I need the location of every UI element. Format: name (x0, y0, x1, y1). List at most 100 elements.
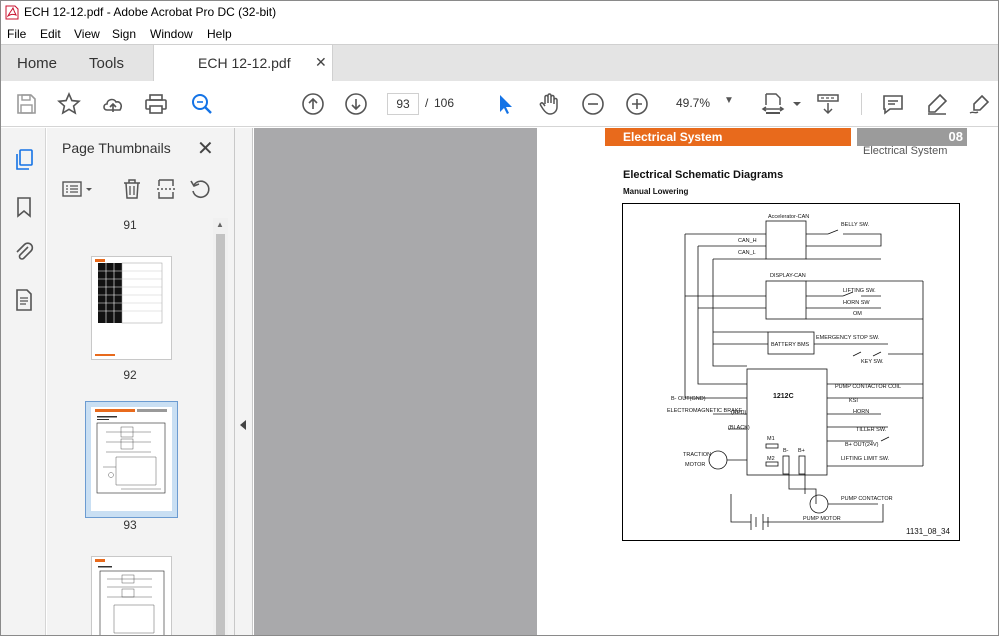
page-total: 106 (434, 96, 455, 110)
attachments-icon[interactable] (12, 240, 36, 264)
left-rail (1, 128, 46, 635)
label-m1: M1 (767, 436, 775, 442)
schematic-svg: Accelerator-CAN BELLY SW. CAN_H CAN_L DI… (667, 214, 924, 530)
label-b-minus: B- (783, 448, 789, 454)
acrobat-app-icon (5, 5, 19, 20)
page-fit-icon[interactable] (761, 92, 785, 116)
label-lifting-switch: LIFTING SW. (843, 288, 876, 294)
thumbnail-page-92[interactable] (91, 256, 172, 360)
thumbnail-scrollbar[interactable]: ▲ (213, 218, 228, 635)
tab-document[interactable]: ECH 12-12.pdf ✕ (153, 45, 333, 82)
label-battery-bms: BATTERY BMS (771, 342, 810, 348)
label-tiller-switch: TILLER SW. (856, 427, 887, 433)
close-icon[interactable]: ✕ (197, 136, 214, 161)
scroll-up-arrow-icon[interactable]: ▲ (216, 220, 224, 229)
thumbnail-page-94[interactable] (91, 556, 172, 635)
zoom-in-icon[interactable] (625, 92, 649, 116)
tab-close-icon[interactable]: ✕ (315, 54, 327, 71)
thumbnail-page-number: 93 (123, 518, 137, 532)
chevron-down-icon[interactable] (785, 92, 801, 116)
label-pump-motor: PUMP MOTOR (803, 516, 841, 522)
menu-bar: File Edit View Sign Window Help (1, 24, 998, 44)
toolbar-separator (861, 93, 862, 115)
trash-icon[interactable] (121, 178, 143, 200)
chevron-down-icon: ▼ (724, 95, 734, 106)
acrobat-window: ECH 12-12.pdf - Adobe Acrobat Pro DC (32… (0, 0, 999, 636)
label-pump-contactor-coil: PUMP CONTACTOR COIL (835, 384, 901, 390)
label-can-h: CAN_H (738, 238, 757, 244)
title-bar: ECH 12-12.pdf - Adobe Acrobat Pro DC (32… (1, 1, 998, 24)
page-thumbnails-panel: Page Thumbnails ✕ 91 92 93 ▲ (47, 128, 235, 635)
thumbnail-page-93 (91, 407, 172, 511)
upload-cloud-icon[interactable] (101, 92, 125, 116)
select-cursor-icon[interactable] (493, 92, 517, 116)
menu-view[interactable]: View (74, 27, 100, 41)
menu-sign[interactable]: Sign (112, 27, 136, 41)
rotate-icon[interactable] (189, 178, 211, 200)
bookmark-star-icon[interactable] (57, 92, 81, 116)
tab-bar: Home Tools ECH 12-12.pdf ✕ (1, 44, 998, 82)
label-can-l: CAN_L (738, 250, 756, 256)
save-icon[interactable] (14, 92, 38, 116)
hand-tool-icon[interactable] (537, 92, 561, 116)
thumbnail-options-icon[interactable] (61, 178, 95, 200)
label-belly-switch: BELLY SW. (841, 222, 870, 228)
scrollbar-thumb[interactable] (216, 234, 225, 635)
previous-page-icon[interactable] (301, 92, 325, 116)
label-m2: M2 (767, 456, 775, 462)
label-controller: 1212C (773, 393, 794, 400)
zoom-level-select[interactable]: 49.7% ▼ (664, 93, 742, 115)
find-zoom-icon[interactable] (190, 92, 214, 116)
section-number-bar: 08 (857, 128, 967, 146)
label-b-out: B+ OUT(24V) (845, 442, 879, 448)
document-viewport[interactable]: Electrical System 08 Electrical System E… (254, 128, 998, 635)
label-b-out-gnd: B- OUT(GND) (671, 396, 706, 402)
label-b-plus: B+ (798, 448, 805, 454)
section-number: 08 (948, 129, 963, 144)
panel-title: Page Thumbnails (62, 140, 171, 156)
document-heading: Electrical Schematic Diagrams (623, 169, 784, 181)
label-motor: MOTOR (685, 462, 705, 468)
tab-document-label: ECH 12-12.pdf (198, 55, 291, 71)
label-horn: HORN (853, 409, 869, 415)
extract-pages-icon[interactable] (155, 178, 177, 200)
menu-edit[interactable]: Edit (40, 27, 61, 41)
document-properties-icon[interactable] (12, 288, 36, 312)
label-red: (RED) (731, 410, 746, 416)
collapse-arrow-icon (240, 420, 246, 430)
label-om: OM (853, 311, 862, 317)
label-traction: TRACTION (683, 452, 711, 458)
collapse-panel-toggle[interactable] (235, 128, 253, 635)
zoom-level-value: 49.7% (676, 96, 711, 110)
scrolling-mode-icon[interactable] (816, 92, 840, 116)
document-subheading: Manual Lowering (623, 187, 689, 196)
label-accelerator-can: Accelerator-CAN (768, 214, 809, 220)
sign-pen-icon[interactable] (968, 92, 992, 116)
menu-window[interactable]: Window (150, 27, 193, 41)
page-number-input[interactable]: 93 (387, 93, 419, 115)
thumbnail-page-93-selected[interactable] (85, 401, 178, 518)
main-toolbar: 93 / 106 49.7% ▼ (1, 81, 998, 127)
zoom-out-icon[interactable] (581, 92, 605, 116)
tab-home[interactable]: Home (17, 55, 57, 72)
menu-file[interactable]: File (7, 27, 26, 41)
label-horn-switch: HORN SW (843, 300, 870, 306)
thumbnail-page-number: 91 (123, 218, 137, 232)
bookmarks-icon[interactable] (12, 195, 36, 219)
section-header-title: Electrical System (623, 130, 723, 144)
page-separator: / (425, 96, 429, 110)
label-emergency-stop: EMERGENCY STOP SW. (816, 335, 880, 341)
highlight-pen-icon[interactable] (925, 92, 949, 116)
thumbnail-toolbar (47, 176, 235, 204)
tab-tools[interactable]: Tools (89, 55, 124, 72)
print-icon[interactable] (144, 92, 168, 116)
page-thumbnails-icon[interactable] (12, 148, 36, 172)
section-header-bar: Electrical System (605, 128, 851, 146)
pdf-page: Electrical System 08 Electrical System E… (537, 128, 998, 635)
next-page-icon[interactable] (344, 92, 368, 116)
label-ksi: KSI (849, 398, 858, 404)
section-subheader: Electrical System (863, 145, 948, 157)
comment-icon[interactable] (881, 92, 905, 116)
menu-help[interactable]: Help (207, 27, 232, 41)
electrical-schematic-diagram: Accelerator-CAN BELLY SW. CAN_H CAN_L DI… (622, 203, 960, 541)
